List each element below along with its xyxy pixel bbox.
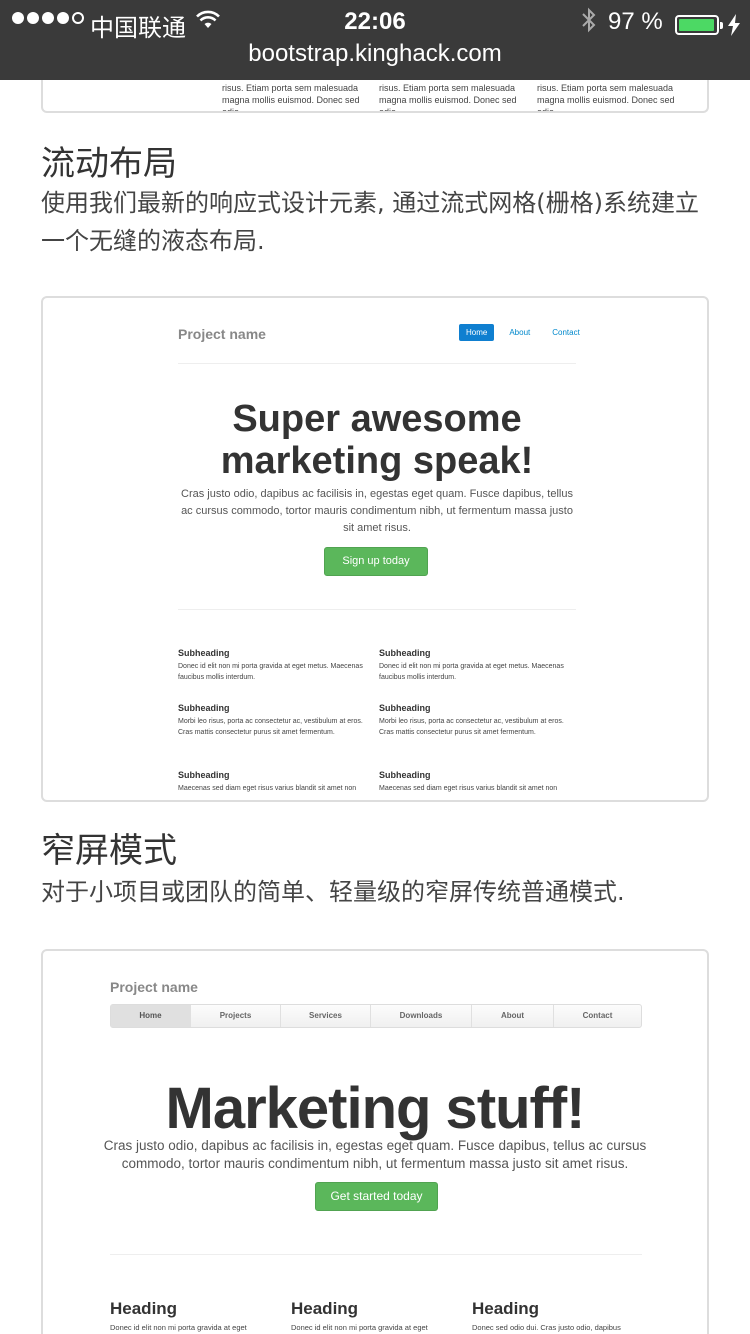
preview-paragraph: Donec id elit non mi porta gravida at eg… — [110, 1323, 247, 1332]
section-desc-fluid: 使用我们最新的响应式设计元素, 通过流式网格(栅格)系统建立一个无缝的液态布局. — [41, 189, 699, 255]
preview-column: Heading Donec id elit non mi porta gravi… — [110, 1299, 280, 1332]
preview-subheading: Subheading — [178, 648, 230, 658]
preview-subheading: Subheading — [379, 648, 431, 658]
preview-grid-item: Subheading Maecenas sed diam eget risus … — [178, 770, 373, 793]
preview-grid-item: Subheading Maecenas sed diam eget risus … — [379, 770, 574, 793]
preview-nav-item: Projects — [191, 1005, 281, 1027]
preview-grid-item: Subheading Morbi leo risus, porta ac con… — [178, 703, 373, 738]
section-desc-narrow: 对于小项目或团队的简单、轻量级的窄屏传统普通模式. — [41, 878, 625, 906]
preview-column: Heading Donec sed odio dui. Cras justo o… — [472, 1299, 642, 1332]
preview-hero-heading: Super awesome marketing speak! — [220, 398, 534, 482]
preview-paragraph: Donec sed odio dui. Cras justo odio, dap… — [472, 1323, 621, 1332]
section-title-fluid: 流动布局 — [41, 144, 177, 184]
text-line: risus. Etiam porta sem malesuada — [537, 83, 674, 93]
preview-grid-item: Subheading Donec id elit non mi porta gr… — [379, 648, 574, 683]
thumbnail-text-col: risus. Etiam porta sem malesuada magna m… — [222, 82, 372, 113]
preview-subheading: Subheading — [379, 770, 431, 780]
preview-nav-item: About — [509, 328, 531, 337]
bluetooth-icon — [582, 7, 596, 33]
battery-icon — [675, 15, 723, 35]
preview-nav-item: Services — [281, 1005, 371, 1027]
text-line: magna mollis euismod. Donec sed odio — [537, 95, 675, 113]
divider — [178, 609, 576, 610]
section-title-narrow: 窄屏模式 — [41, 831, 177, 871]
preview-lead-text: Cras justo odio, dapibus ac facilisis in… — [103, 1138, 647, 1171]
preview-lead-text: Cras justo odio, dapibus ac facilisis in… — [181, 488, 573, 534]
example-thumbnail-fluid[interactable]: Project name Home About Contact Super aw… — [41, 296, 709, 802]
preview-grid-item: Subheading Morbi leo risus, porta ac con… — [379, 703, 574, 738]
preview-paragraph: Maecenas sed diam eget risus varius blan… — [379, 785, 558, 792]
preview-paragraph: Maecenas sed diam eget risus varius blan… — [178, 785, 357, 792]
preview-nav-item: Contact — [552, 328, 580, 337]
battery-percent: 97 % — [608, 8, 663, 35]
preview-heading: Heading — [472, 1299, 540, 1318]
preview-subheading: Subheading — [178, 703, 230, 713]
thumbnail-text-col: risus. Etiam porta sem malesuada magna m… — [537, 82, 687, 113]
preview-nav-item: About — [472, 1005, 554, 1027]
preview-nav-item: Home — [111, 1005, 191, 1027]
preview-paragraph: Donec id elit non mi porta gravida at eg… — [379, 663, 564, 681]
preview-nav-item: Downloads — [371, 1005, 472, 1027]
preview-nav: Home About Contact — [459, 324, 587, 341]
address-bar[interactable]: bootstrap.kinghack.com — [0, 40, 750, 68]
preview-get-started-button: Get started today — [315, 1182, 438, 1211]
preview-grid-item: Subheading Donec id elit non mi porta gr… — [178, 648, 373, 683]
preview-paragraph: Morbi leo risus, porta ac consectetur ac… — [178, 718, 363, 736]
status-bar: 中国联通 22:06 97 % bootstrap.kinghack.com — [0, 0, 750, 80]
preview-brand: Project name — [110, 979, 198, 995]
preview-heading: Heading — [110, 1299, 178, 1318]
preview-subheading: Subheading — [178, 770, 230, 780]
text-line: risus. Etiam porta sem malesuada — [222, 83, 359, 93]
preview-signup-button: Sign up today — [324, 547, 428, 576]
preview-brand: Project name — [178, 326, 266, 342]
thumbnail-text-col: risus. Etiam porta sem malesuada magna m… — [379, 82, 529, 113]
preview-hero-heading: Marketing stuff! — [165, 1076, 586, 1141]
text-line: magna mollis euismod. Donec sed odio — [379, 95, 517, 113]
preview-nav-item: Home — [459, 324, 495, 341]
text-line: magna mollis euismod. Donec sed odio — [222, 95, 360, 113]
preview-subheading: Subheading — [379, 703, 431, 713]
divider — [178, 363, 576, 364]
charging-icon — [728, 14, 740, 36]
example-thumbnail-narrow[interactable]: Project name Home Projects Services Down… — [41, 949, 709, 1334]
preview-paragraph: Donec id elit non mi porta gravida at eg… — [291, 1323, 428, 1332]
preview-paragraph: Donec id elit non mi porta gravida at eg… — [178, 663, 363, 681]
text-line: risus. Etiam porta sem malesuada — [379, 83, 516, 93]
preview-heading: Heading — [291, 1299, 359, 1318]
divider — [110, 1254, 642, 1255]
preview-nav-item: Contact — [582, 1011, 613, 1020]
preview-subheading-grid: Subheading Donec id elit non mi porta gr… — [178, 648, 578, 793]
preview-paragraph: Morbi leo risus, porta ac consectetur ac… — [379, 718, 564, 736]
preview-nav: Home Projects Services Downloads About C… — [110, 1004, 642, 1028]
preview-column: Heading Donec id elit non mi porta gravi… — [291, 1299, 461, 1332]
